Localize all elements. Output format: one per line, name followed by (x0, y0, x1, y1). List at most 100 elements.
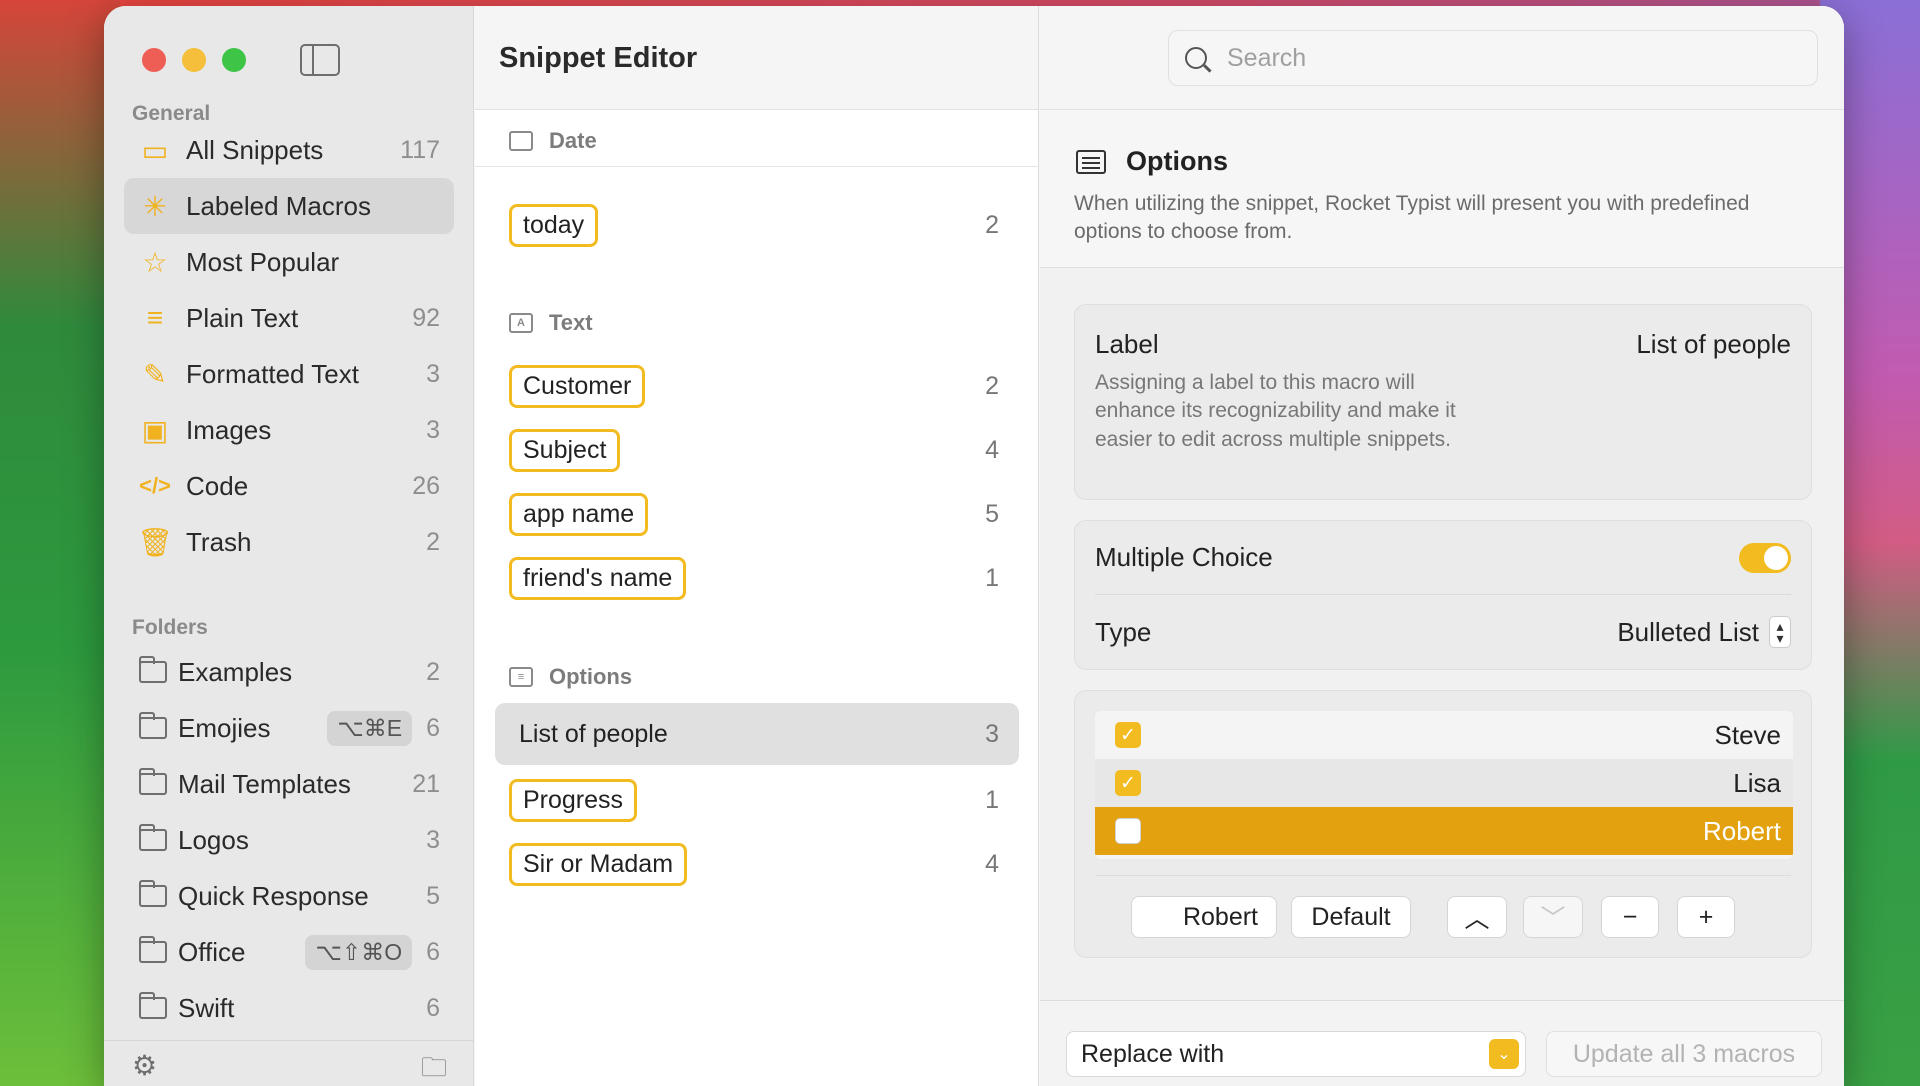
star-icon: ☆ (142, 246, 168, 278)
replace-with-label: Replace with (1081, 1039, 1225, 1068)
sidebar-item-labeled-macros[interactable]: ✳ Labeled Macros (124, 178, 454, 234)
divider (475, 166, 1038, 167)
multiple-choice-toggle[interactable] (1739, 542, 1791, 573)
macro-tag: app name (509, 492, 649, 536)
move-down-button[interactable]: ﹀ (1523, 896, 1583, 938)
macro-tag: Progress (509, 778, 638, 822)
brush-icon: ✎ (143, 358, 167, 390)
sidebar-item-label: Code (186, 470, 249, 501)
label-value-field[interactable]: List of people (1636, 329, 1791, 360)
gear-icon[interactable]: ⚙ (132, 1049, 157, 1082)
sidebar-item-label: Most Popular (186, 246, 340, 277)
sidebar-item-formatted-text[interactable]: ✎ Formatted Text 3 (124, 346, 454, 402)
sidebar-folder-logos[interactable]: Logos 3 (124, 812, 454, 868)
multiple-choice-label: Multiple Choice (1095, 542, 1273, 572)
macro-count: 5 (985, 499, 999, 528)
sidebar-item-count: 3 (426, 359, 440, 388)
list-item-selected[interactable]: Robert (1095, 807, 1793, 855)
sidebar-item-plain-text[interactable]: ≡ Plain Text 92 (124, 290, 454, 346)
folder-shortcut: ⌥⌘E (327, 710, 413, 746)
sidebar-folder-mail-templates[interactable]: Mail Templates 21 (124, 756, 454, 812)
calendar-icon (509, 131, 533, 151)
sidebar-item-label: All Snippets (186, 134, 324, 165)
multiple-choice-row: Multiple Choice (1095, 521, 1791, 595)
add-option-button[interactable]: + (1677, 896, 1735, 938)
sidebar-item-code[interactable]: </> Code 26 (124, 458, 454, 514)
sidebar-item-trash[interactable]: 🗑 Trash 2 (124, 514, 454, 570)
list-item[interactable]: ✓ Lisa (1095, 759, 1793, 807)
sidebar-folder-emojies[interactable]: Emojies ⌥⌘E 6 (124, 700, 454, 756)
new-folder-icon[interactable]: 🗀 (421, 1049, 447, 1086)
macro-tag: friend's name (509, 556, 687, 600)
folder-icon (138, 711, 168, 745)
macro-row-sir-or-madam[interactable]: Sir or Madam 4 (495, 833, 1019, 895)
replace-with-select[interactable]: Replace with ⌄ (1066, 1031, 1526, 1077)
sidebar-item-all-snippets[interactable]: ▭ All Snippets 117 (124, 122, 454, 178)
minimize-window-button[interactable] (182, 48, 206, 72)
sidebar: General ▭ All Snippets 117 ✳ Labeled Mac… (104, 6, 474, 1086)
folder-icon (138, 823, 168, 857)
label-description: Assigning a label to this macro will enh… (1095, 371, 1456, 451)
macro-row-subject[interactable]: Subject 4 (495, 419, 1019, 481)
plus-icon: + (1698, 902, 1714, 931)
group-title: Options (549, 664, 633, 689)
search-icon (1185, 47, 1207, 69)
macro-count: 1 (985, 785, 999, 814)
folder-count: 5 (426, 881, 440, 910)
default-button[interactable]: Default (1291, 896, 1411, 938)
move-up-button[interactable]: ︿ (1447, 896, 1507, 938)
macro-count: 1 (985, 563, 999, 592)
trash-icon: 🗑 (137, 526, 173, 558)
folder-icon (138, 991, 168, 1025)
macro-detail-panel: Options When utilizing the snippet, Rock… (1040, 6, 1844, 1086)
checkbox-checked[interactable]: ✓ (1115, 722, 1141, 748)
folder-count: 6 (426, 713, 440, 742)
list-icon (1076, 149, 1106, 174)
option-edit-field[interactable]: Robert (1131, 896, 1277, 938)
search-input[interactable] (1227, 43, 1787, 73)
settings-card: Multiple Choice Type Bulleted List ▴ ▾ (1074, 520, 1812, 670)
macro-tag: List of people (519, 719, 668, 748)
folder-count: 21 (412, 769, 440, 798)
folder-label: Office (178, 936, 246, 967)
group-header-date: Date (509, 128, 597, 154)
type-row: Type Bulleted List ▴ ▾ (1095, 595, 1791, 669)
macro-row-friends-name[interactable]: friend's name 1 (495, 547, 1019, 609)
sidebar-item-label: Labeled Macros (186, 190, 371, 221)
zoom-window-button[interactable] (222, 48, 246, 72)
type-select[interactable]: Bulleted List ▴ ▾ (1617, 616, 1791, 648)
list-item[interactable]: ✓ Steve (1095, 711, 1793, 759)
sidebar-item-images[interactable]: ▣ Images 3 (124, 402, 454, 458)
checkbox-checked[interactable]: ✓ (1115, 770, 1141, 796)
search-field[interactable] (1168, 30, 1818, 86)
label-card: Label List of people Assigning a label t… (1074, 304, 1812, 500)
lines-icon: ≡ (146, 302, 164, 333)
folder-label: Swift (178, 992, 235, 1023)
macro-row-list-of-people[interactable]: List of people 3 (495, 703, 1019, 765)
macro-row-app-name[interactable]: app name 5 (495, 483, 1019, 545)
checkbox-unchecked[interactable] (1115, 818, 1141, 844)
sidebar-item-label: Formatted Text (186, 358, 359, 389)
options-description: When utilizing the snippet, Rocket Typis… (1074, 192, 1750, 244)
image-icon: ▣ (141, 414, 169, 446)
list-item-name: Steve (1714, 719, 1782, 750)
close-window-button[interactable] (142, 48, 166, 72)
section-title-folders: Folders (132, 616, 208, 639)
page-title: Snippet Editor (499, 42, 698, 74)
macro-row-customer[interactable]: Customer 2 (495, 355, 1019, 417)
sidebar-folder-examples[interactable]: Examples 2 (124, 644, 454, 700)
update-all-button[interactable]: Update all 3 macros (1546, 1031, 1822, 1077)
macro-row-progress[interactable]: Progress 1 (495, 769, 1019, 831)
macro-row-today[interactable]: today 2 (495, 194, 1019, 256)
sidebar-item-count: 92 (412, 303, 440, 332)
sidebar-toggle-icon[interactable] (300, 44, 340, 76)
sidebar-folder-office[interactable]: Office ⌥⇧⌘O 6 (124, 924, 454, 980)
folder-label: Emojies (178, 712, 271, 743)
sidebar-item-most-popular[interactable]: ☆ Most Popular (124, 234, 454, 290)
sidebar-folder-swift[interactable]: Swift 6 (124, 980, 454, 1036)
macro-count: 2 (985, 210, 999, 239)
window-controls (142, 48, 246, 72)
folder-shortcut: ⌥⇧⌘O (305, 934, 413, 970)
sidebar-folder-quick-response[interactable]: Quick Response 5 (124, 868, 454, 924)
remove-option-button[interactable]: − (1601, 896, 1659, 938)
